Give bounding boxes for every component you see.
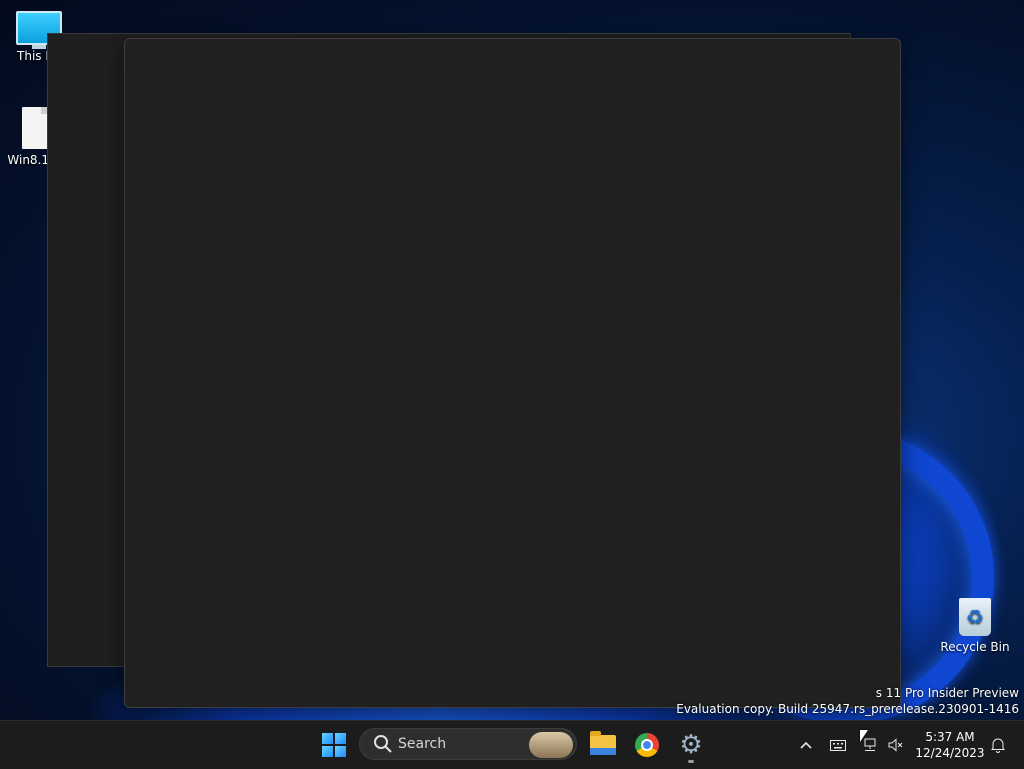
desktop-icon-recycle-bin[interactable]: ♻ Recycle Bin [938, 598, 1012, 654]
document-icon [22, 107, 48, 149]
volume-button[interactable] [884, 721, 908, 769]
desktop[interactable]: This PC Win8.1_E ♻ Recycle Bin s 11 Pro … [0, 0, 1024, 720]
settings-button[interactable]: ⚙ [671, 725, 711, 765]
network-button[interactable] [858, 721, 882, 769]
bell-icon [991, 738, 1005, 753]
windows-logo-icon [322, 733, 346, 757]
clock-date: 12/24/2023 [915, 746, 985, 760]
notifications-button[interactable] [986, 721, 1010, 769]
keyboard-button[interactable] [826, 721, 850, 769]
build-watermark: s 11 Pro Insider Preview Evaluation copy… [676, 685, 1019, 717]
taskbar-search-box[interactable]: Search [359, 728, 577, 760]
search-icon [374, 735, 392, 753]
folder-icon [590, 731, 616, 755]
system-clock[interactable]: 5:37 AM 12/24/2023 [914, 729, 986, 761]
search-highlight-image [529, 732, 573, 758]
running-indicator [688, 760, 694, 763]
tray-overflow-button[interactable] [794, 721, 818, 769]
keyboard-icon [830, 739, 846, 751]
chevron-up-icon [800, 741, 812, 749]
foreground-window[interactable] [124, 38, 901, 708]
file-explorer-button[interactable] [583, 725, 623, 765]
clock-time: 5:37 AM [925, 730, 975, 744]
volume-muted-icon [888, 738, 903, 752]
gear-icon: ⚙ [679, 730, 703, 760]
search-placeholder: Search [398, 736, 447, 752]
watermark-line-2: Evaluation copy. Build 25947.rs_prerelea… [676, 702, 1019, 716]
recycle-bin-icon: ♻ [959, 598, 991, 636]
taskbar: Search ⚙ 5:37 AM 12/24/2023 [0, 720, 1024, 769]
start-button[interactable] [314, 725, 354, 765]
watermark-line-1: s 11 Pro Insider Preview [875, 686, 1019, 700]
chrome-button[interactable] [627, 725, 667, 765]
desktop-icon-label: Recycle Bin [940, 640, 1010, 654]
chrome-icon [635, 733, 659, 757]
mouse-cursor [860, 730, 868, 742]
